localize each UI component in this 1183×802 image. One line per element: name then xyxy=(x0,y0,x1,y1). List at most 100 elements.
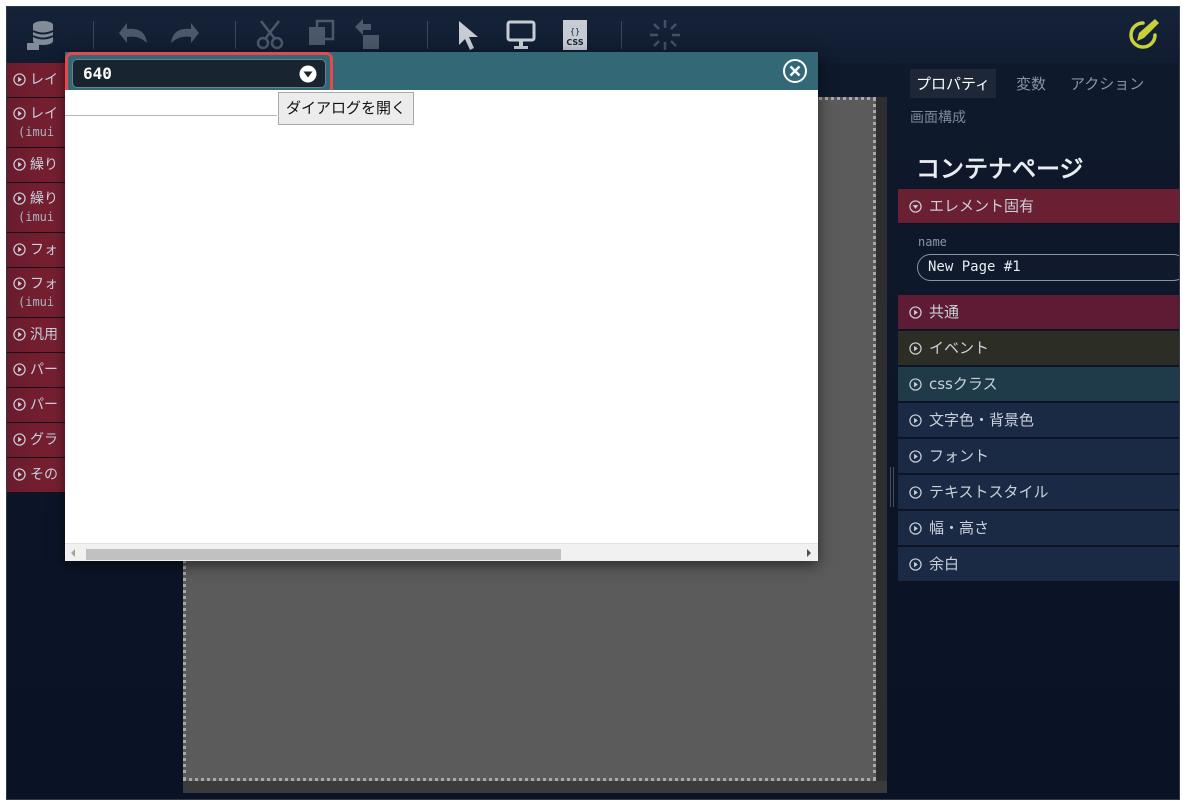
canvas-horizontal-scrollbar[interactable] xyxy=(183,781,887,793)
palette-item[interactable]: フォ (imui xyxy=(7,268,71,318)
dialog-body: ダイアログを開く xyxy=(65,90,818,543)
expand-arrow-icon xyxy=(909,486,922,499)
palette-item-label: フォ xyxy=(30,242,58,258)
palette-item-label: その xyxy=(30,467,58,483)
chevron-down-icon xyxy=(299,65,317,83)
expand-arrow-icon xyxy=(909,378,922,391)
text-input[interactable] xyxy=(65,94,277,116)
database-icon[interactable] xyxy=(25,17,61,53)
expand-arrow-icon xyxy=(13,277,26,290)
section-events[interactable]: イベント xyxy=(898,331,1179,366)
section-label: テキストスタイル xyxy=(929,483,1049,501)
expand-arrow-icon xyxy=(13,433,26,446)
width-size-value: 640 xyxy=(83,64,112,83)
loading-icon[interactable] xyxy=(647,17,683,53)
palette-item-label: グラ xyxy=(30,432,58,448)
expand-arrow-icon xyxy=(909,414,922,427)
preview-monitor-icon[interactable] xyxy=(503,17,539,53)
component-title: コンテナページ xyxy=(916,155,1084,183)
component-palette: レイ レイ (imui 繰り 繰り (imui フォ フォ (imui 汎用 パ… xyxy=(7,63,71,493)
toolbar-divider xyxy=(235,21,236,49)
expand-arrow-icon xyxy=(13,192,26,205)
palette-item-label: 繰り xyxy=(30,157,58,173)
section-colors[interactable]: 文字色・背景色 xyxy=(898,403,1179,438)
canvas-vertical-scrollbar[interactable] xyxy=(876,97,887,781)
palette-item-label: 汎用 xyxy=(30,327,58,343)
section-label: 余白 xyxy=(929,555,960,573)
palette-item-label: 繰り xyxy=(30,191,58,207)
section-label: イベント xyxy=(929,339,990,357)
name-field-label: name xyxy=(918,235,947,249)
expand-arrow-icon xyxy=(909,306,922,319)
size-select-highlight: 640 xyxy=(65,52,333,95)
palette-item[interactable]: 繰り (imui xyxy=(7,183,71,233)
expand-arrow-icon xyxy=(13,243,26,256)
palette-item[interactable]: グラ xyxy=(7,423,71,458)
toolbar-divider xyxy=(621,21,622,49)
expand-arrow-icon xyxy=(13,328,26,341)
expand-arrow-icon xyxy=(909,522,922,535)
width-size-select[interactable]: 640 xyxy=(72,59,326,88)
dialog-horizontal-scrollbar[interactable] xyxy=(65,543,818,561)
scroll-right-icon[interactable] xyxy=(804,548,814,558)
section-label: エレメント固有 xyxy=(929,197,1035,215)
palette-item[interactable]: 繰り xyxy=(7,148,71,183)
palette-item[interactable]: パー xyxy=(7,388,71,423)
palette-item[interactable]: フォ xyxy=(7,233,71,268)
copy-icon[interactable] xyxy=(303,17,339,53)
palette-item[interactable]: レイ (imui xyxy=(7,98,71,148)
cut-icon[interactable] xyxy=(253,17,289,53)
palette-item[interactable]: パー xyxy=(7,353,71,388)
redo-icon[interactable] xyxy=(165,17,201,53)
paste-icon[interactable] xyxy=(349,17,385,53)
tab-properties[interactable]: プロパティ xyxy=(910,69,997,98)
toolbar-divider xyxy=(93,21,94,49)
svg-text:{}: {} xyxy=(570,27,580,36)
palette-item-label: フォ xyxy=(30,276,58,292)
palette-item[interactable]: レイ xyxy=(7,63,71,98)
section-label: 共通 xyxy=(929,303,960,321)
palette-item-label: レイ xyxy=(30,106,58,122)
panel-splitter-handle[interactable] xyxy=(890,467,894,507)
section-label: 幅・高さ xyxy=(929,519,990,537)
palette-item-sub: (imui xyxy=(18,295,55,309)
tab-actions[interactable]: アクション xyxy=(1064,69,1150,98)
svg-text:CSS: CSS xyxy=(566,38,583,47)
expand-arrow-icon xyxy=(13,468,26,481)
scrollbar-thumb[interactable] xyxy=(86,549,561,560)
section-element-specific[interactable]: エレメント固有 xyxy=(898,189,1179,224)
collapse-arrow-icon xyxy=(909,200,922,213)
section-common[interactable]: 共通 xyxy=(898,295,1179,330)
expand-arrow-icon xyxy=(13,398,26,411)
section-css-class[interactable]: cssクラス xyxy=(898,367,1179,402)
expand-arrow-icon xyxy=(13,107,26,120)
palette-item[interactable]: 汎用 xyxy=(7,318,71,353)
properties-panel: プロパティ 変数 アクション 画面構成 コンテナページ エレメント固有 name… xyxy=(898,63,1179,799)
pencil-edit-icon[interactable] xyxy=(1123,15,1163,55)
palette-item-label: パー xyxy=(30,362,58,378)
css-file-icon[interactable]: {} CSS xyxy=(557,17,593,53)
properties-tabs: プロパティ 変数 アクション xyxy=(898,63,1179,98)
section-label: cssクラス xyxy=(929,375,998,393)
tab-variables[interactable]: 変数 xyxy=(1010,69,1052,98)
undo-icon[interactable] xyxy=(117,17,153,53)
section-width-height[interactable]: 幅・高さ xyxy=(898,511,1179,546)
section-margin[interactable]: 余白 xyxy=(898,547,1179,582)
tab-screen-structure[interactable]: 画面構成 xyxy=(910,107,966,127)
expand-arrow-icon xyxy=(909,558,922,571)
name-input[interactable]: New Page #1 xyxy=(917,254,1179,281)
close-icon[interactable] xyxy=(782,58,808,84)
section-text-style[interactable]: テキストスタイル xyxy=(898,475,1179,510)
section-font[interactable]: フォント xyxy=(898,439,1179,474)
palette-item-sub: (imui xyxy=(18,125,55,139)
scroll-left-icon[interactable] xyxy=(68,548,78,558)
expand-arrow-icon xyxy=(13,73,26,86)
open-dialog-button[interactable]: ダイアログを開く xyxy=(278,92,415,125)
select-pointer-icon[interactable] xyxy=(451,17,487,53)
palette-item-sub: (imui xyxy=(18,210,55,224)
expand-arrow-icon xyxy=(909,450,922,463)
expand-arrow-icon xyxy=(13,363,26,376)
palette-item[interactable]: その xyxy=(7,458,71,493)
expand-arrow-icon xyxy=(13,158,26,171)
palette-item-label: パー xyxy=(30,397,58,413)
